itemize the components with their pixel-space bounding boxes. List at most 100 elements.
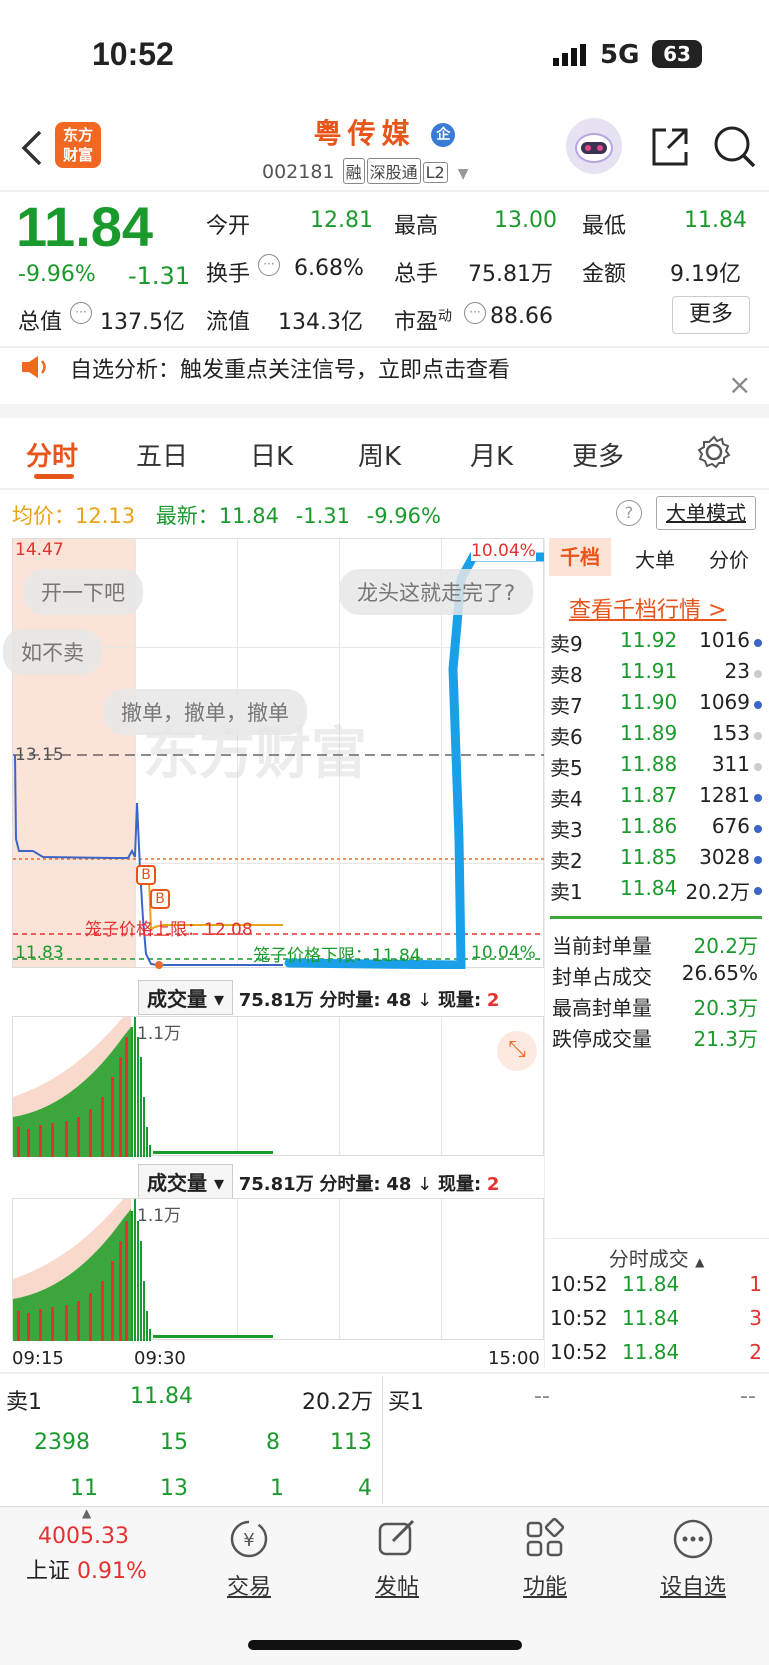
- ticks-header[interactable]: 分时成交 ▲: [544, 1238, 769, 1272]
- caret-up-icon: ▲: [695, 1255, 705, 1269]
- ask-price: 11.86: [620, 814, 678, 838]
- ask-label: 卖1: [550, 880, 583, 904]
- tick-time: 10:52: [550, 1340, 608, 1364]
- notice-text[interactable]: 自选分析：触发重点关注信号，立即点击查看: [70, 352, 510, 384]
- tag-l2: L2: [422, 162, 448, 183]
- more-button[interactable]: 更多: [672, 296, 750, 334]
- order-dot-icon: [754, 670, 762, 678]
- seal-row: 封单占成交 26.65%: [550, 961, 762, 992]
- help-icon[interactable]: ?: [616, 500, 642, 526]
- queue-cell: 113: [330, 1430, 372, 1455]
- orderbook-divider: [550, 916, 762, 919]
- queue-cell: 1: [270, 1476, 284, 1501]
- latest-change: -1.31: [295, 504, 350, 528]
- dropdown-caret-icon[interactable]: ▼: [458, 166, 469, 182]
- info-icon[interactable]: ···: [70, 302, 92, 324]
- share-icon[interactable]: [648, 126, 690, 172]
- order-dot-icon: [754, 732, 762, 740]
- open-label: 今开: [206, 214, 251, 239]
- volume-selector[interactable]: 成交量 ▾: [138, 1164, 234, 1199]
- ask-price: 11.92: [620, 628, 678, 652]
- ask-price: 11.90: [620, 690, 678, 714]
- settings-gear-icon[interactable]: [696, 434, 732, 474]
- home-indicator: [248, 1640, 522, 1650]
- trade-icon: ¥: [230, 1520, 268, 1558]
- marker-b[interactable]: B: [136, 865, 156, 885]
- tick-volume: 1: [749, 1272, 762, 1296]
- ask-label: 卖7: [550, 694, 583, 718]
- seal-value: 20.3万: [693, 996, 758, 1020]
- search-icon[interactable]: [712, 124, 758, 174]
- queue-cell: 8: [266, 1430, 280, 1455]
- float-value: 134.3亿: [278, 310, 363, 335]
- fenshi-label: 分时量:: [319, 990, 381, 1011]
- intraday-chart[interactable]: 东方财富 B B 14.47 13.15 11.83 10.04% 10.04%…: [3, 538, 545, 969]
- nav-trade[interactable]: ¥ 交易: [204, 1517, 294, 1601]
- tag-connect: 深股通: [366, 158, 421, 184]
- queue-cell: 13: [160, 1476, 188, 1501]
- volume-selector[interactable]: 成交量 ▾: [138, 980, 234, 1015]
- open-value: 12.81: [310, 208, 373, 233]
- orderbook-tab-big[interactable]: 大单: [635, 544, 675, 573]
- nav-post[interactable]: 发帖: [352, 1517, 442, 1601]
- orderbook-tab-depth[interactable]: 千档: [549, 538, 611, 576]
- seal-label: 当前封单量: [552, 934, 652, 958]
- notice-close-icon[interactable]: ×: [728, 368, 751, 401]
- level-panel: 卖1 11.84 20.2万 买1 -- -- 2398 15 8 113 11…: [0, 1376, 769, 1504]
- seal-row: 最高封单量 20.3万: [550, 992, 762, 1023]
- volume-peak: 1.1万: [137, 1024, 182, 1044]
- grid-icon: [526, 1517, 565, 1557]
- tab-weekly-k[interactable]: 周K: [358, 436, 401, 473]
- order-dot-icon: [754, 701, 762, 709]
- nav-functions-label: 功能: [522, 1575, 567, 1600]
- collapse-caret-icon[interactable]: ▲: [82, 1506, 91, 1520]
- latest-value: 11.84: [218, 504, 279, 528]
- nav-add-watchlist[interactable]: 设自选: [648, 1517, 738, 1601]
- divider: [0, 1372, 769, 1374]
- last-price: 11.84: [16, 195, 154, 258]
- fenshi-label: 分时量:: [319, 1174, 381, 1195]
- seal-value: 21.3万: [693, 1027, 758, 1051]
- robot-avatar-icon[interactable]: [566, 118, 622, 174]
- tab-five-day[interactable]: 五日: [136, 436, 188, 473]
- index-name: 上证: [26, 1559, 71, 1584]
- marker-b[interactable]: B: [150, 889, 170, 909]
- info-icon[interactable]: ···: [464, 302, 486, 324]
- seal-row: 当前封单量 20.2万: [550, 930, 762, 961]
- ask-row: 卖6 11.89 153: [550, 721, 762, 752]
- volume-bars-svg: [13, 1017, 273, 1157]
- tick-price: 11.84: [622, 1340, 680, 1364]
- volume-chart[interactable]: 1.1万: [12, 1198, 544, 1341]
- expand-icon[interactable]: ⤡: [497, 1031, 537, 1071]
- amount-label: 金额: [582, 262, 627, 287]
- orderbook-tab-price[interactable]: 分价: [709, 544, 749, 573]
- big-order-mode-button[interactable]: 大单模式: [656, 496, 756, 530]
- index-ticker[interactable]: 4005.33 上证 0.91%: [26, 1524, 176, 1585]
- time-axis-start: 09:15: [12, 1348, 64, 1369]
- order-dot-icon: [754, 856, 762, 864]
- index-row: 上证 0.91%: [26, 1553, 176, 1585]
- order-dot-icon: [754, 639, 762, 647]
- ask-volume: 311: [711, 752, 750, 776]
- turnover-value: 6.68%: [294, 256, 364, 281]
- nav-trade-label: 交易: [226, 1575, 271, 1600]
- seal-label: 封单占成交: [552, 965, 652, 989]
- view-depth-link[interactable]: 查看千档行情 >: [569, 592, 726, 624]
- tab-monthly-k[interactable]: 月K: [470, 436, 513, 473]
- queue-cell: 11: [70, 1476, 98, 1501]
- tick-volume: 2: [749, 1340, 762, 1364]
- float-label: 流值: [206, 310, 251, 335]
- tab-intraday[interactable]: 分时: [26, 436, 78, 473]
- tab-more[interactable]: 更多: [572, 436, 624, 473]
- now-label: 现量:: [437, 1174, 482, 1195]
- volume-label: 成交量: [147, 987, 207, 1011]
- danmaku-bubble: 撤单，撤单，撤单: [103, 689, 307, 735]
- tab-daily-k[interactable]: 日K: [250, 436, 293, 473]
- network-label: 5G: [600, 40, 640, 70]
- avg-label: 均价：: [12, 504, 75, 528]
- volume-chart[interactable]: 1.1万 ⤡: [12, 1016, 544, 1157]
- svg-text:¥: ¥: [243, 1530, 254, 1551]
- nav-functions[interactable]: 功能: [500, 1517, 590, 1601]
- info-icon[interactable]: ···: [258, 254, 280, 276]
- order-dot-icon: [754, 887, 762, 895]
